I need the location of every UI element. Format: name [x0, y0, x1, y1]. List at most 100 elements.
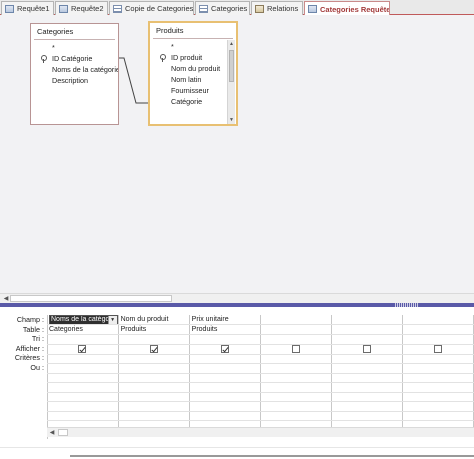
- show-cell: [260, 344, 332, 355]
- show-checkbox[interactable]: [362, 344, 371, 353]
- tab-copie-de-categories[interactable]: Copie de Categories: [109, 1, 194, 15]
- show-checkbox[interactable]: [291, 344, 300, 353]
- field-dropdown[interactable]: Noms de la catégorie ▼: [49, 315, 118, 324]
- empty-cell[interactable]: [189, 401, 261, 412]
- empty-cell[interactable]: [402, 382, 474, 393]
- show-checkbox[interactable]: [149, 344, 158, 353]
- sort-cell[interactable]: [331, 334, 403, 345]
- empty-cell[interactable]: [331, 411, 403, 421]
- empty-cell[interactable]: [260, 373, 332, 383]
- empty-cell[interactable]: [118, 392, 190, 402]
- empty-cell[interactable]: [260, 401, 332, 412]
- empty-cell[interactable]: [260, 382, 332, 393]
- or-cell[interactable]: [402, 363, 474, 374]
- criteria-cell[interactable]: [189, 354, 261, 364]
- empty-cell[interactable]: [118, 373, 190, 383]
- empty-cell[interactable]: [189, 373, 261, 383]
- or-cell[interactable]: [47, 363, 119, 374]
- tab-relations[interactable]: Relations: [251, 1, 303, 15]
- criteria-cell[interactable]: [402, 354, 474, 364]
- scroll-thumb[interactable]: [58, 429, 68, 436]
- empty-cell[interactable]: [118, 382, 190, 393]
- tab-categories[interactable]: Categories: [195, 1, 250, 15]
- grid-row-empty: [47, 382, 474, 393]
- query-design-grid: Noms de la catégorie ▼ Nom du produit Pr…: [47, 315, 474, 431]
- show-checkbox[interactable]: [220, 344, 229, 353]
- scroll-thumb[interactable]: [10, 295, 172, 302]
- criteria-cell[interactable]: [47, 354, 119, 364]
- or-cell[interactable]: [331, 363, 403, 374]
- empty-cell[interactable]: [118, 411, 190, 421]
- empty-cell[interactable]: [260, 411, 332, 421]
- query-design-pane[interactable]: Categories * ID Catégorie Noms de la cat…: [0, 15, 474, 303]
- grid-horizontal-scrollbar[interactable]: ◀: [47, 427, 474, 437]
- field-cell[interactable]: [260, 315, 332, 325]
- grid-row-criteres: [47, 354, 474, 364]
- show-cell: [189, 344, 261, 355]
- status-bar-line: [70, 455, 474, 457]
- query-grid-pane: Champ : Table : Tri : Afficher : Critère…: [0, 307, 474, 447]
- tab-categories-requete[interactable]: Categories Requête: [304, 1, 390, 16]
- sort-cell[interactable]: [189, 334, 261, 345]
- tab-label: Categories: [211, 4, 248, 13]
- empty-cell[interactable]: [189, 411, 261, 421]
- table-icon: [113, 4, 122, 13]
- empty-cell[interactable]: [47, 411, 119, 421]
- empty-cell[interactable]: [331, 382, 403, 393]
- chevron-down-icon[interactable]: ▼: [107, 315, 117, 324]
- sort-cell[interactable]: [118, 334, 190, 345]
- table-cell[interactable]: Categories: [47, 324, 119, 335]
- empty-cell[interactable]: [47, 401, 119, 412]
- empty-cell[interactable]: [189, 382, 261, 393]
- design-pane-horizontal-scrollbar[interactable]: ◀: [0, 293, 474, 303]
- field-cell[interactable]: [402, 315, 474, 325]
- row-label-champ: Champ :: [16, 315, 44, 324]
- sort-cell[interactable]: [260, 334, 332, 345]
- table-cell[interactable]: [260, 324, 332, 335]
- empty-cell[interactable]: [189, 392, 261, 402]
- grid-row-empty: [47, 392, 474, 402]
- query-icon: [308, 5, 317, 13]
- scroll-left-arrow-icon[interactable]: ◀: [2, 295, 10, 303]
- field-cell[interactable]: Nom du produit: [118, 315, 190, 325]
- empty-cell[interactable]: [331, 373, 403, 383]
- sort-cell[interactable]: [402, 334, 474, 345]
- tab-requete1[interactable]: Requête1: [1, 1, 54, 15]
- empty-cell[interactable]: [331, 392, 403, 402]
- or-cell[interactable]: [189, 363, 261, 374]
- table-cell[interactable]: [331, 324, 403, 335]
- empty-cell[interactable]: [260, 392, 332, 402]
- grid-row-labels: Champ : Table : Tri : Afficher : Critère…: [0, 315, 44, 372]
- empty-cell[interactable]: [118, 401, 190, 412]
- field-cell[interactable]: Noms de la catégorie ▼: [47, 315, 119, 325]
- table-cell[interactable]: Produits: [118, 324, 190, 335]
- empty-cell[interactable]: [402, 411, 474, 421]
- criteria-cell[interactable]: [331, 354, 403, 364]
- empty-cell[interactable]: [331, 401, 403, 412]
- empty-cell[interactable]: [402, 401, 474, 412]
- empty-cell[interactable]: [47, 373, 119, 383]
- or-cell[interactable]: [118, 363, 190, 374]
- show-checkbox[interactable]: [433, 344, 442, 353]
- row-label-afficher: Afficher :: [15, 343, 44, 353]
- show-checkbox[interactable]: [78, 344, 87, 353]
- tab-label: Requête1: [17, 4, 50, 13]
- show-cell: [47, 344, 119, 355]
- or-cell[interactable]: [260, 363, 332, 374]
- query-icon: [5, 4, 14, 13]
- empty-cell[interactable]: [47, 382, 119, 393]
- field-cell[interactable]: [331, 315, 403, 325]
- scroll-left-arrow-icon[interactable]: ◀: [48, 429, 56, 437]
- empty-cell[interactable]: [402, 373, 474, 383]
- criteria-cell[interactable]: [118, 354, 190, 364]
- sort-cell[interactable]: [47, 334, 119, 345]
- relationship-join-line[interactable]: [0, 15, 474, 135]
- criteria-cell[interactable]: [260, 354, 332, 364]
- table-cell[interactable]: [402, 324, 474, 335]
- grid-row-champ: Noms de la catégorie ▼ Nom du produit Pr…: [47, 315, 474, 325]
- empty-cell[interactable]: [47, 392, 119, 402]
- tab-requete2[interactable]: Requête2: [55, 1, 108, 15]
- empty-cell[interactable]: [402, 392, 474, 402]
- field-cell[interactable]: Prix unitaire: [189, 315, 261, 325]
- table-cell[interactable]: Produits: [189, 324, 261, 335]
